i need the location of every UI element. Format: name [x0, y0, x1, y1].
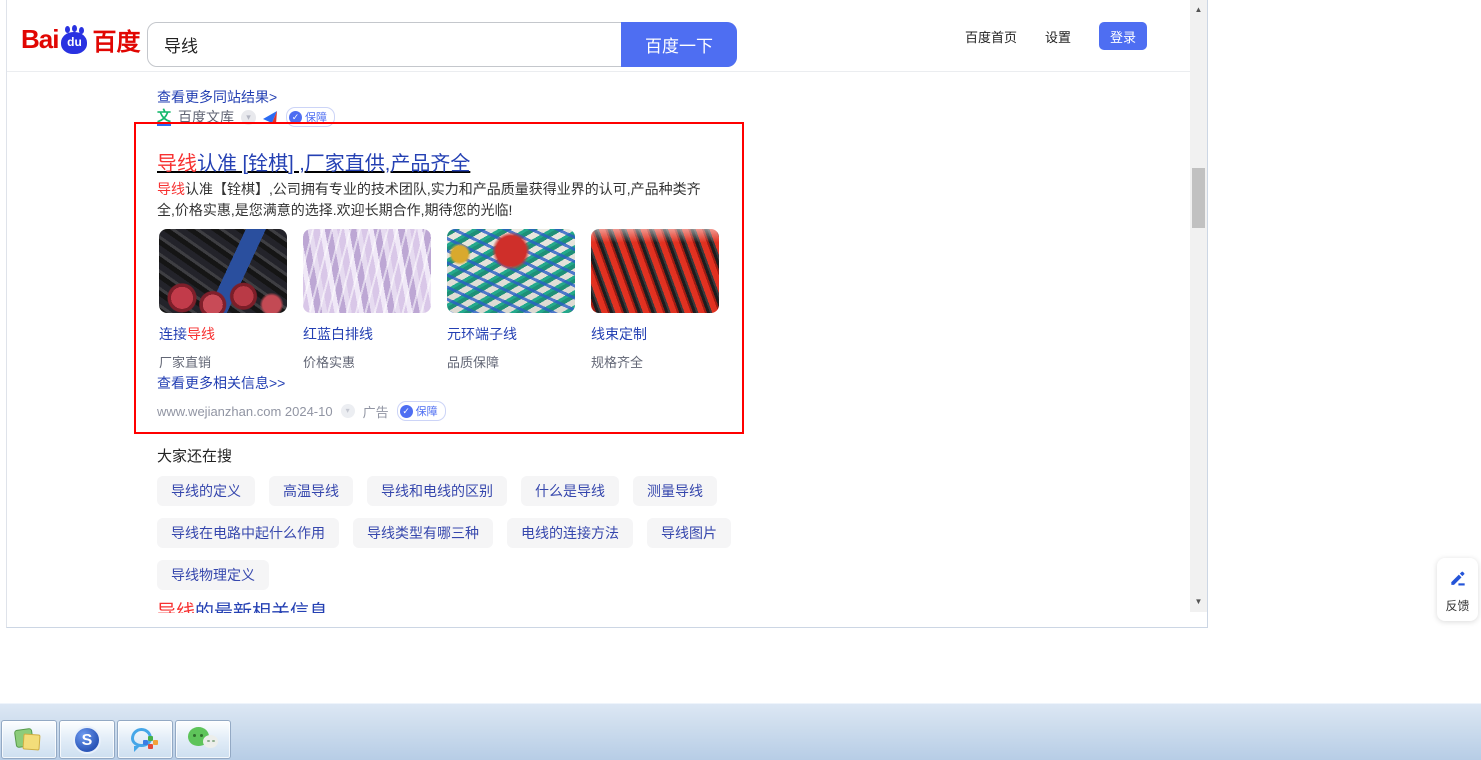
nav-baidu-home[interactable]: 百度首页 [965, 27, 1017, 46]
product-row: 连接导线 厂家直销 红蓝白排线 价格实惠 元环端子线 品质保障 线束定制 规格齐… [159, 229, 719, 371]
ad-url: www.wejianzhan.com 2024-10 [157, 403, 333, 419]
scroll-down-icon[interactable]: ▼ [1190, 594, 1207, 610]
header-nav: 百度首页 设置 登录 [965, 0, 1147, 72]
product-card-4[interactable]: 线束定制 规格齐全 [591, 229, 719, 371]
login-button[interactable]: 登录 [1099, 22, 1147, 50]
product-image-terminal-wires[interactable] [447, 229, 575, 313]
next-result-title-cutoff[interactable]: 导线的最新相关信息 [157, 597, 328, 613]
promo-plane-icon [263, 110, 277, 124]
product-image-black-red-wires[interactable] [159, 229, 287, 313]
product-card-2[interactable]: 红蓝白排线 价格实惠 [303, 229, 431, 371]
feedback-label: 反馈 [1445, 599, 1470, 613]
related-pill[interactable]: 导线类型有哪三种 [353, 518, 493, 548]
baidu-header: Bai du 百度 × 百度一下 百度首页 设置 登录 [7, 0, 1207, 72]
baidu-logo[interactable]: Bai du 百度 [21, 22, 140, 57]
ad-description: 导线认准【铨棋】,公司拥有专业的技术团队,实力和产品质量获得业界的认可,产品种类… [157, 181, 701, 218]
vertical-scrollbar[interactable]: ▲ ▼ [1190, 0, 1207, 612]
logo-text-chinese: 百度 [92, 29, 141, 56]
related-searches-heading: 大家还在搜 [157, 448, 233, 465]
scrollbar-thumb[interactable] [1192, 168, 1205, 228]
related-searches: 导线的定义 高温导线 导线和电线的区别 什么是导线 测量导线 导线在电路中起什么… [157, 476, 737, 590]
chat-app-icon [131, 727, 159, 753]
scroll-up-icon[interactable]: ▲ [1190, 2, 1207, 18]
related-pill[interactable]: 导线在电路中起什么作用 [157, 518, 339, 548]
taskbar-button-wechat[interactable] [175, 720, 231, 759]
title-rest: 认准 [铨棋] ,厂家直供,产品齐全 [197, 153, 471, 175]
baidu-paw-icon: du [59, 25, 89, 55]
guarantee-badge-2: ✓ 保障 [396, 401, 446, 421]
title-keyword: 导线 [157, 153, 197, 175]
related-pill[interactable]: 导线的定义 [157, 476, 255, 506]
related-pill[interactable]: 什么是导线 [521, 476, 619, 506]
related-pill[interactable]: 测量导线 [633, 476, 717, 506]
product-card-1[interactable]: 连接导线 厂家直销 [159, 229, 287, 371]
product-image-purple-ribbon-cables[interactable] [303, 229, 431, 313]
desktop: Bai du 百度 × 百度一下 百度首页 设置 登录 查看更多同站结果> [0, 0, 1481, 760]
taskbar-button-chat-app[interactable] [117, 720, 173, 759]
source-row: 文 百度文库 ▾ ✓ 保障 [157, 107, 335, 127]
source-chevron-icon[interactable]: ▾ [241, 109, 256, 125]
sogou-browser-icon: S [73, 725, 101, 754]
pencil-icon [1450, 571, 1465, 586]
source-name[interactable]: 百度文库 [178, 107, 234, 127]
ad-url-row: www.wejianzhan.com 2024-10 ▾ 广告 ✓ 保障 [157, 401, 446, 421]
more-same-site-link[interactable]: 查看更多同站结果> [157, 87, 277, 107]
browser-window: Bai du 百度 × 百度一下 百度首页 设置 登录 查看更多同站结果> [6, 0, 1208, 628]
related-pill[interactable]: 导线和电线的区别 [367, 476, 507, 506]
nav-settings[interactable]: 设置 [1045, 27, 1071, 46]
related-pill[interactable]: 高温导线 [269, 476, 353, 506]
ad-result-title[interactable]: 导线认准 [铨棋] ,厂家直供,产品齐全 [157, 147, 470, 176]
product-card-3[interactable]: 元环端子线 品质保障 [447, 229, 575, 371]
wenku-icon: 文 [157, 107, 171, 126]
search-button[interactable]: 百度一下 [621, 22, 737, 67]
wechat-icon [188, 726, 218, 753]
taskbar-button-image-viewer[interactable] [1, 720, 57, 759]
check-icon: ✓ [289, 110, 302, 124]
related-pill[interactable]: 导线物理定义 [157, 560, 269, 590]
feedback-button[interactable]: 反馈 [1437, 558, 1478, 621]
taskbar-button-sogou-browser[interactable]: S [59, 720, 115, 759]
taskbar: S S ? ▾ ▲ [0, 703, 1481, 760]
logo-text-bai: Bai [21, 24, 59, 54]
product-image-red-black-harness[interactable] [591, 229, 719, 313]
related-pill[interactable]: 导线图片 [647, 518, 731, 548]
image-viewer-icon [13, 727, 43, 753]
url-chevron-icon[interactable]: ▾ [340, 404, 355, 418]
search-input[interactable] [148, 23, 603, 66]
check-icon: ✓ [399, 404, 413, 418]
search-box: × 百度一下 [147, 22, 737, 67]
more-related-link[interactable]: 查看更多相关信息>> [157, 373, 285, 393]
related-pill[interactable]: 电线的连接方法 [507, 518, 633, 548]
ad-label: 广告 [362, 404, 389, 420]
guarantee-badge: ✓ 保障 [286, 107, 335, 127]
